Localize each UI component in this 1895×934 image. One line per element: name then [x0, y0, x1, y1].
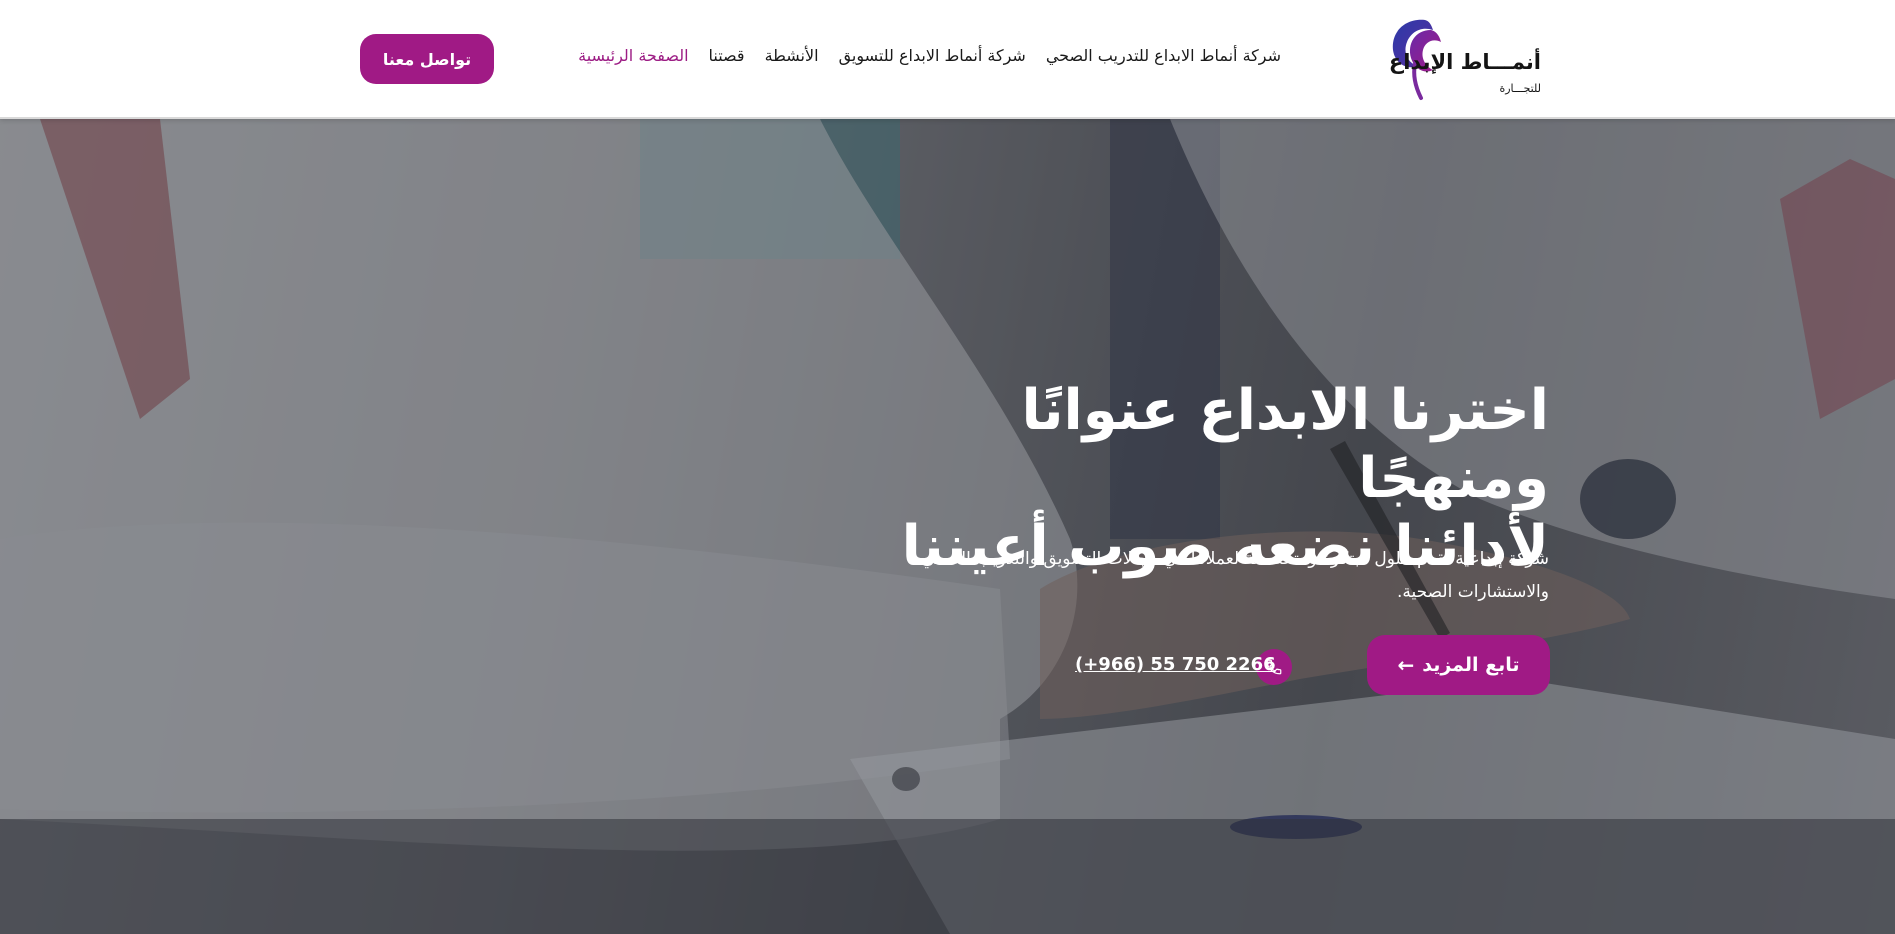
read-more-label: تابع المزيد: [1422, 654, 1520, 676]
main-nav: الصفحة الرئيسية قصتنا الأنشطة شركة أنماط…: [578, 46, 1281, 65]
hero-title-line-1: اخترنا الابداع عنوانًا ومنهجًا: [1021, 378, 1550, 511]
contact-us-button[interactable]: تواصل معنا: [360, 34, 494, 84]
nav-item-marketing-company[interactable]: شركة أنماط الابداع للتسويق: [839, 46, 1026, 65]
hero-section: اخترنا الابداع عنوانًا ومنهجًا لأدائنا ن…: [0, 119, 1895, 934]
hero-description: شركة إبداعية تقدم حلول مبتكرة ومتخصصة لع…: [921, 549, 1549, 602]
logo-title: أنمـــاط الإبداع: [1388, 50, 1541, 74]
nav-item-home[interactable]: الصفحة الرئيسية: [578, 46, 688, 65]
nav-item-our-story[interactable]: قصتنا: [709, 46, 745, 65]
nav-item-activities[interactable]: الأنشطة: [765, 46, 819, 65]
phone-number-link[interactable]: (+966) 55 750 2266: [1075, 654, 1276, 675]
nav-item-health-training-company[interactable]: شركة أنماط الابداع للتدريب الصحي: [1046, 46, 1281, 65]
site-header: أنمـــاط الإبداع للتجـــارة الصفحة الرئي…: [0, 0, 1895, 119]
brand-logo[interactable]: أنمـــاط الإبداع للتجـــارة: [1385, 12, 1545, 104]
arrow-left-icon: ←: [1397, 653, 1415, 677]
read-more-button[interactable]: تابع المزيد ←: [1367, 635, 1550, 695]
logo-subtitle: للتجـــارة: [1499, 82, 1541, 95]
